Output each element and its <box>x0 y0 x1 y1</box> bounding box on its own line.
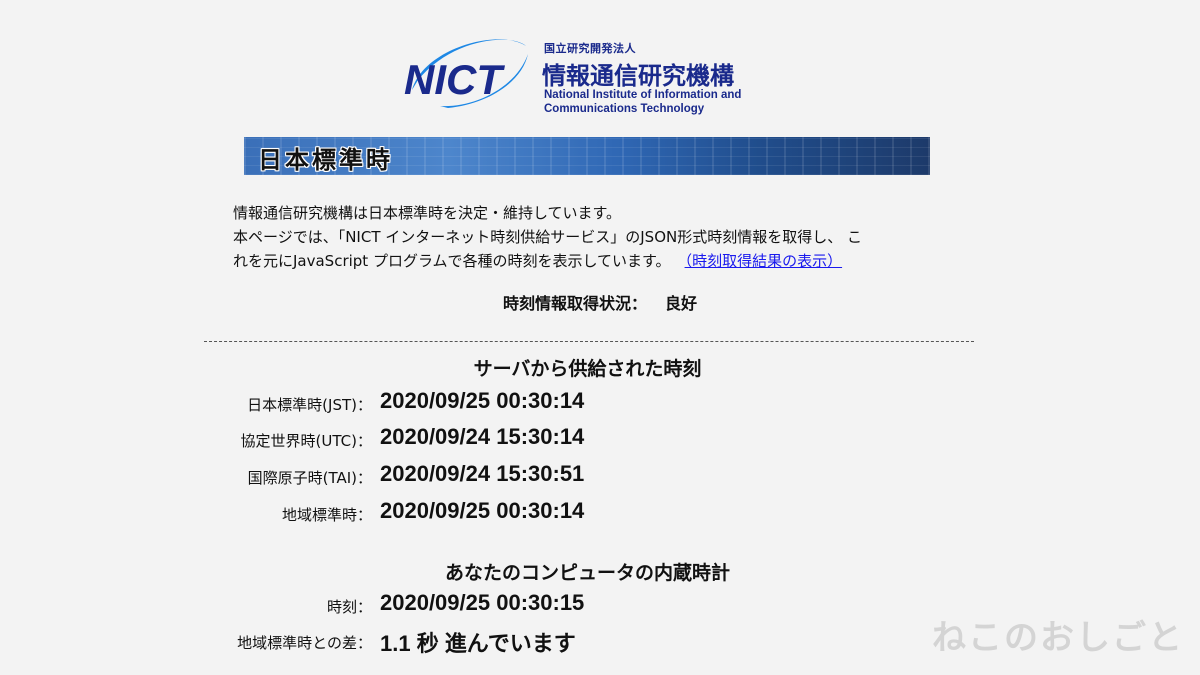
time-label-local-clock: 時刻： <box>326 598 372 616</box>
banner-title: 日本標準時 <box>258 146 393 174</box>
time-label-utc: 協定世界時(UTC)： <box>240 432 372 450</box>
logo-english-line2: Communications Technology <box>544 103 705 115</box>
logo-mark-text: NICT <box>404 56 505 103</box>
local-clock-heading: あなたのコンピュータの内蔵時計 <box>444 562 730 584</box>
time-label-jst: 日本標準時(JST)： <box>247 396 372 414</box>
jst-banner: 日本標準時 <box>244 137 930 175</box>
nict-logo-mark: NICT <box>404 39 528 108</box>
time-row-utc: 協定世界時(UTC)： 2020/09/24 15:30:14 <box>0 424 1200 454</box>
fetch-result-link[interactable]: （時刻取得結果の表示） <box>685 252 843 270</box>
time-value-local-standard: 2020/09/25 00:30:14 <box>380 498 585 523</box>
time-value-jst: 2020/09/25 00:30:14 <box>380 388 585 413</box>
intro-line-2: 本ページでは、「NICT インターネット時刻供給サービス」のJSON形式時刻情報… <box>233 228 862 246</box>
time-row-local-standard: 地域標準時： 2020/09/25 00:30:14 <box>0 498 1200 528</box>
time-label-tai: 国際原子時(TAI)： <box>247 469 372 487</box>
intro-text: 情報通信研究機構は日本標準時を決定・維持しています。 本ページでは、「NICT … <box>233 201 963 273</box>
fetch-status-label: 時刻情報取得状況： <box>502 294 647 313</box>
time-value-utc: 2020/09/24 15:30:14 <box>380 424 585 449</box>
server-time-heading: サーバから供給された時刻 <box>473 358 702 380</box>
watermark: ねこのおしごと <box>932 618 1184 658</box>
time-value-offset: 1.1 秒 進んでいます <box>380 631 576 656</box>
time-row-jst: 日本標準時(JST)： 2020/09/25 00:30:14 <box>0 388 1200 418</box>
fetch-status: 時刻情報取得状況： 良好 <box>0 290 1200 314</box>
time-label-offset: 地域標準時との差： <box>237 634 372 652</box>
intro-line-3-text: れを元にJavaScript プログラムで各種の時刻を表示しています。 <box>233 252 671 270</box>
time-row-tai: 国際原子時(TAI)： 2020/09/24 15:30:51 <box>0 461 1200 491</box>
time-label-local-standard: 地域標準時： <box>281 506 372 524</box>
fetch-status-value: 良好 <box>665 294 698 313</box>
logo-english-line1: National Institute of Information and <box>544 89 742 101</box>
time-value-tai: 2020/09/24 15:30:51 <box>380 461 585 486</box>
time-value-local-clock: 2020/09/25 00:30:15 <box>380 590 585 615</box>
section-divider <box>204 341 974 342</box>
logo-subtitle: 国立研究開発法人 <box>544 42 636 55</box>
logo-org-name: 情報通信研究機構 <box>542 62 734 90</box>
nict-logo: NICT 国立研究開発法人 情報通信研究機構 National Institut… <box>404 28 774 120</box>
intro-line-3: れを元にJavaScript プログラムで各種の時刻を表示しています。 （時刻取得… <box>233 249 963 273</box>
intro-line-1: 情報通信研究機構は日本標準時を決定・維持しています。 <box>233 204 622 222</box>
